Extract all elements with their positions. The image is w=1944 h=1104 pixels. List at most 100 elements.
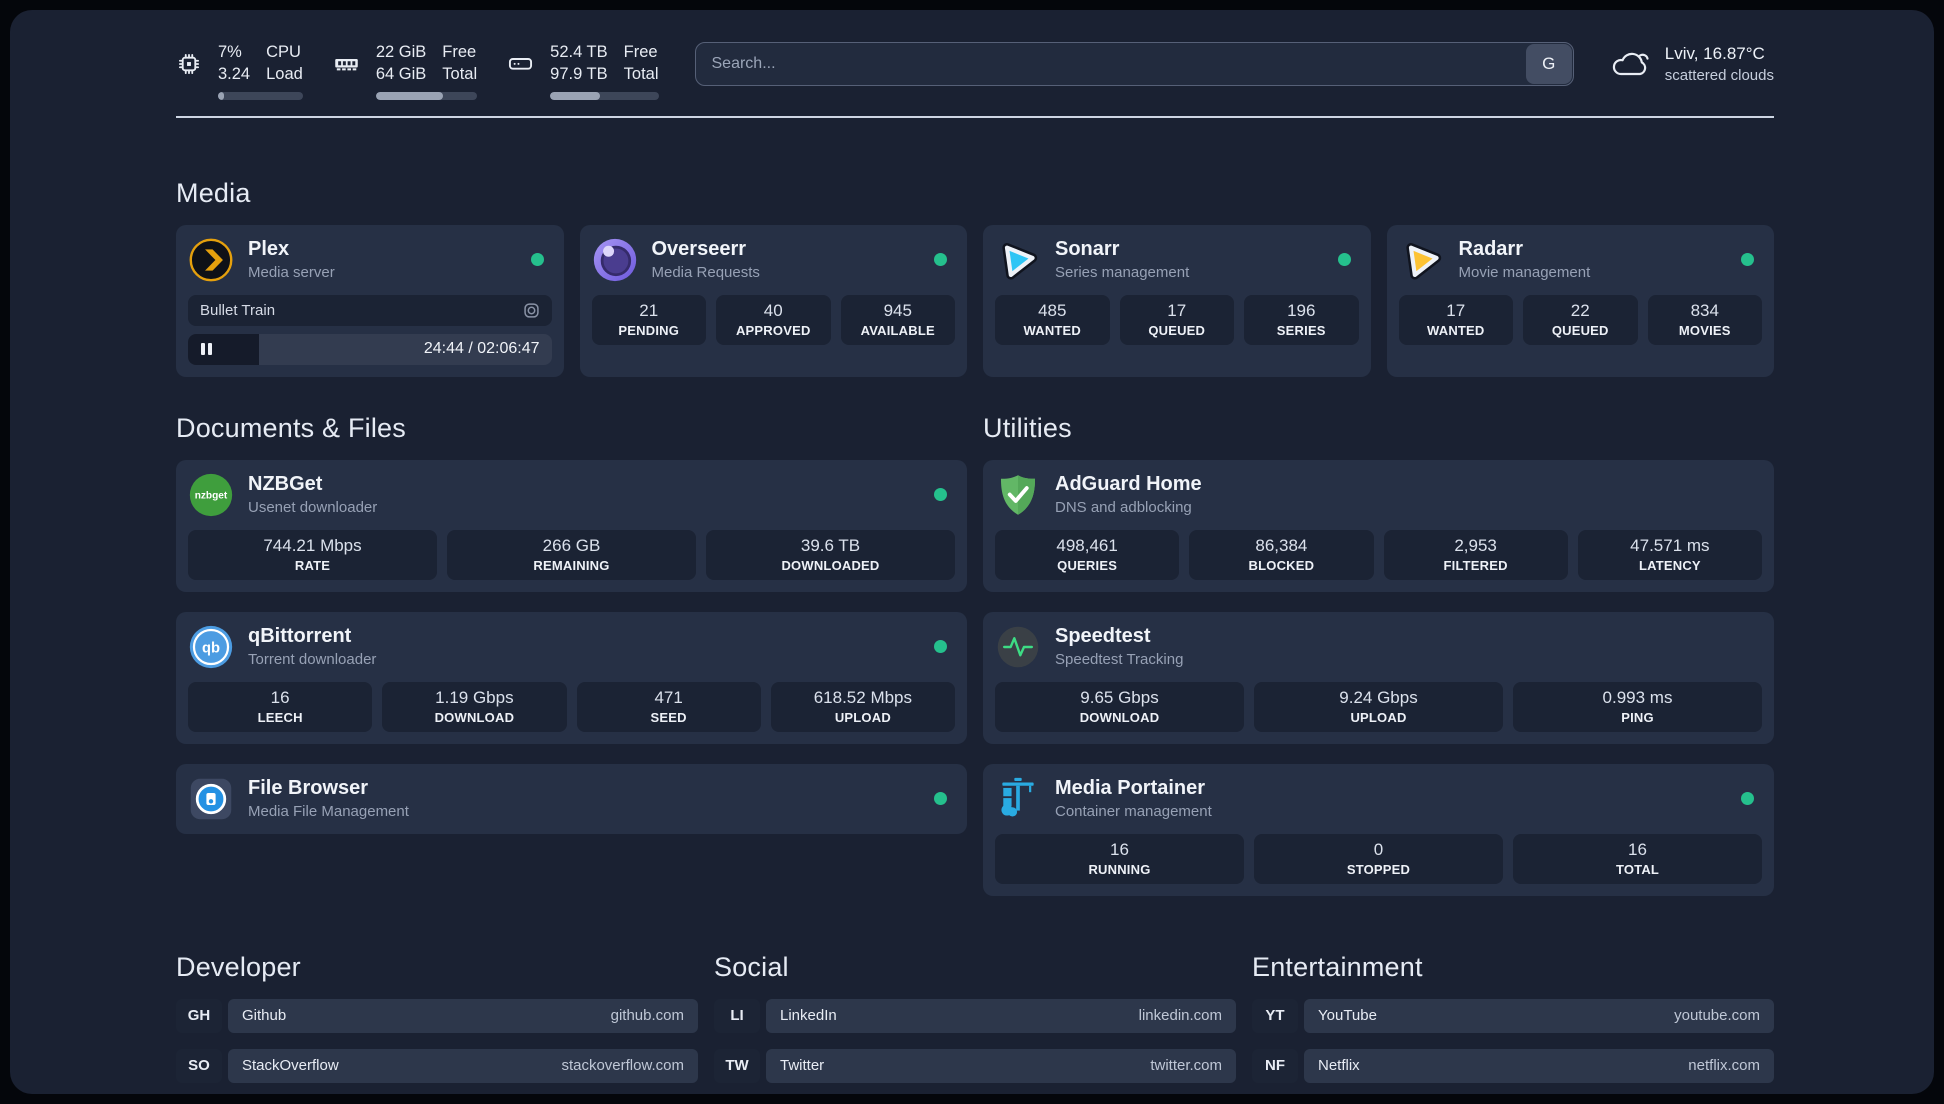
bookmark-name: YouTube — [1318, 1007, 1377, 1025]
bookmark-url: linkedin.com — [1138, 1007, 1222, 1025]
stat-upload: 9.24 Gbps UPLOAD — [1254, 681, 1503, 732]
service-name: AdGuard Home — [1055, 473, 1202, 496]
stat-latency: 47.571 ms LATENCY — [1577, 529, 1762, 580]
service-titles: File Browser Media File Management — [248, 777, 409, 819]
stat-download: 9.65 Gbps DOWNLOAD — [995, 681, 1244, 732]
status-dot — [934, 640, 947, 654]
service-name: Speedtest — [1055, 625, 1151, 648]
service-card-sonarr[interactable]: Sonarr Series management 485 WANTED 17 Q… — [983, 224, 1371, 377]
weather-location-temp: Lviv, 16.87°C — [1664, 44, 1765, 63]
bookmark-github[interactable]: GH Github github.com — [176, 998, 698, 1033]
service-name: Radarr — [1458, 238, 1523, 261]
bookmark-stackoverflow[interactable]: SO StackOverflow stackoverflow.com — [176, 1048, 698, 1083]
status-dot — [1741, 792, 1754, 806]
service-description: DNS and adblocking — [1055, 498, 1192, 516]
bookmark-name: LinkedIn — [780, 1007, 837, 1025]
stat-rate: 744.21 Mbps RATE — [188, 529, 437, 580]
service-titles: NZBGet Usenet downloader — [248, 473, 377, 515]
service-name: Sonarr — [1055, 238, 1120, 261]
stat-upload: 618.52 Mbps UPLOAD — [770, 681, 955, 732]
bookmark-netflix[interactable]: NF Netflix netflix.com — [1252, 1048, 1774, 1083]
filebrowser-icon — [188, 776, 234, 822]
bookmark-youtube[interactable]: YT YouTube youtube.com — [1252, 998, 1774, 1033]
weather-condition: scattered clouds — [1664, 67, 1774, 84]
service-card-portainer[interactable]: Media Portainer Container management 16 … — [983, 763, 1774, 896]
section-title-documents: Documents & Files — [176, 412, 406, 443]
bookmark-group-title: Social — [714, 951, 789, 982]
status-dot — [1337, 253, 1351, 267]
bookmark-group-title: Entertainment — [1252, 951, 1423, 982]
radarr-icon — [1399, 237, 1445, 283]
bookmark-abbr: TW — [714, 1048, 760, 1083]
service-description: Media server — [248, 263, 335, 281]
now-playing-title: Bullet Train — [200, 301, 276, 319]
now-playing-options-icon[interactable] — [523, 302, 540, 319]
disk-icon — [507, 50, 534, 77]
sonarr-icon — [995, 237, 1041, 283]
service-card-speedtest[interactable]: Speedtest Speedtest Tracking 9.65 Gbps D… — [983, 611, 1774, 744]
bookmark-url: twitter.com — [1150, 1057, 1222, 1075]
cpu-icon — [176, 51, 202, 77]
service-titles: AdGuard Home DNS and adblocking — [1055, 473, 1202, 515]
service-card-adguard[interactable]: AdGuard Home DNS and adblocking 498,461 … — [983, 459, 1774, 592]
divider — [176, 115, 1774, 118]
service-card-qbittorrent[interactable]: qb qBittorrent Torrent downloader 16 LEE… — [176, 611, 967, 744]
bookmark-abbr: NF — [1252, 1048, 1298, 1083]
cpu-widget: 7% 3.24 CPU Load — [176, 42, 303, 100]
status-dot — [934, 253, 947, 267]
svg-text:nzbget: nzbget — [195, 490, 228, 501]
service-name: Plex — [248, 238, 290, 261]
service-description: Movie management — [1458, 263, 1591, 281]
status-dot — [934, 792, 947, 806]
bookmark-url: stackoverflow.com — [561, 1057, 684, 1075]
cpu-values: 7% 3.24 — [218, 43, 251, 83]
status-dot — [530, 253, 544, 267]
service-description: Media File Management — [248, 802, 409, 820]
stat-queued: 22 QUEUED — [1523, 294, 1638, 345]
stat-queries: 498,461 QUERIES — [995, 529, 1180, 580]
bookmark-name: Github — [242, 1007, 287, 1025]
search-provider-button[interactable]: G — [1525, 44, 1572, 84]
memory-icon — [333, 50, 360, 77]
service-description: Speedtest Tracking — [1055, 650, 1184, 668]
bookmark-twitter[interactable]: TW Twitter twitter.com — [714, 1048, 1236, 1083]
service-description: Container management — [1055, 802, 1212, 820]
service-card-nzbget[interactable]: nzbget NZBGet Usenet downloader 744.21 M… — [176, 459, 967, 592]
stat-remaining: 266 GB REMAINING — [447, 529, 696, 580]
service-description: Torrent downloader — [248, 650, 377, 668]
nzbget-icon: nzbget — [188, 472, 234, 518]
service-name: qBittorrent — [248, 625, 352, 648]
search-bar: G — [694, 42, 1574, 86]
service-card-filebrowser[interactable]: File Browser Media File Management — [176, 763, 967, 834]
bookmark-group-social: Social LI LinkedIn linkedin.com TW Twitte… — [714, 952, 1236, 1094]
overseerr-icon — [592, 237, 638, 283]
stat-approved: 40 APPROVED — [716, 294, 831, 345]
service-card-radarr[interactable]: Radarr Movie management 17 WANTED 22 QUE… — [1386, 224, 1774, 377]
stat-pending: 21 PENDING — [591, 294, 706, 345]
search-input[interactable] — [694, 42, 1574, 86]
cpu-progress-bar — [218, 91, 303, 100]
stat-downloaded: 39.6 TB DOWNLOADED — [706, 529, 955, 580]
section-documents: Documents & Files nzbget NZBGet Usenet d… — [176, 413, 967, 896]
resource-widgets: 7% 3.24 CPU Load 22 GiB 64 GiB Free Tota… — [176, 42, 659, 100]
disk-values: 52.4 TB 97.9 TB — [550, 43, 608, 83]
service-description: Series management — [1055, 263, 1190, 281]
bookmark-url: netflix.com — [1688, 1057, 1760, 1075]
service-titles: Overseerr Media Requests — [652, 238, 760, 280]
memory-values: 22 GiB 64 GiB — [375, 43, 427, 83]
disk-widget: 52.4 TB 97.9 TB Free Total — [507, 42, 659, 100]
bookmark-linkedin[interactable]: LI LinkedIn linkedin.com — [714, 998, 1236, 1033]
bookmark-group-entertainment: Entertainment YT YouTube youtube.com NF N… — [1252, 952, 1774, 1094]
pause-icon[interactable] — [201, 343, 212, 356]
plex-icon — [188, 237, 234, 283]
section-title-media: Media — [176, 177, 251, 208]
now-playing-progress-bar[interactable]: 24:44 / 02:06:47 — [188, 333, 552, 365]
stat-queued: 17 QUEUED — [1119, 294, 1234, 345]
service-card-overseerr[interactable]: Overseerr Media Requests 21 PENDING 40 A… — [579, 224, 967, 377]
topbar: 7% 3.24 CPU Load 22 GiB 64 GiB Free Tota… — [176, 36, 1774, 100]
service-titles: Media Portainer Container management — [1055, 777, 1212, 819]
service-name: Media Portainer — [1055, 777, 1206, 800]
service-card-plex[interactable]: Plex Media server Bullet Train 24:44 / 0… — [176, 224, 564, 377]
bookmark-group-developer: Developer GH Github github.com SO StackOv… — [176, 952, 698, 1094]
stat-running: 16 RUNNING — [995, 833, 1244, 884]
